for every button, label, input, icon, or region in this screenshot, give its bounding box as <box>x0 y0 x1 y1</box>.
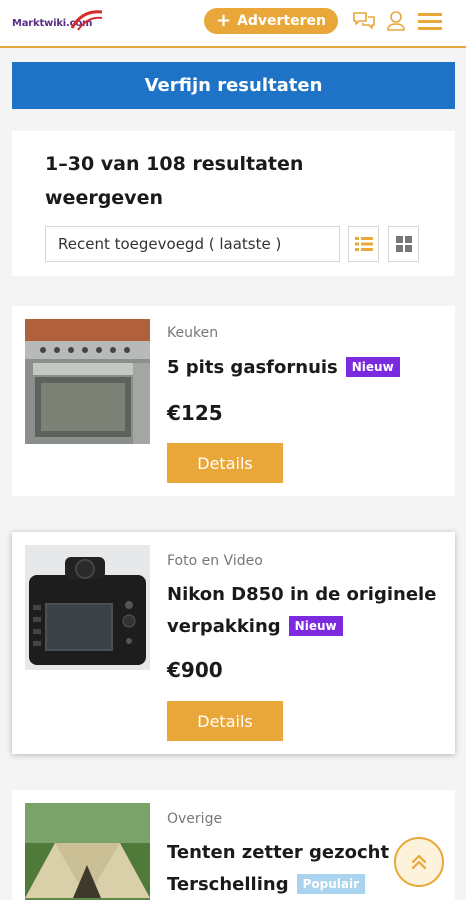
scroll-to-top-button[interactable] <box>394 837 444 887</box>
chat-icon[interactable] <box>350 7 378 35</box>
double-chevron-up-icon <box>411 854 427 870</box>
sort-select[interactable]: Recent toegevoegd ( laatste ) <box>45 226 340 262</box>
listing-price: €125 <box>167 401 223 425</box>
logo-swoosh-icon <box>70 10 103 31</box>
list-view-button[interactable] <box>348 226 379 262</box>
list-view-icon <box>354 237 373 251</box>
listing-title[interactable]: Nikon D850 in de originele verpakking Nie… <box>167 579 447 643</box>
new-badge: Nieuw <box>288 616 343 636</box>
listing-card[interactable]: Keuken 5 pits gasfornuis Nieuw €125 Detai… <box>12 306 455 496</box>
results-count: 1–30 van 108 resultaten weergeven <box>45 153 304 209</box>
grid-view-button[interactable] <box>388 226 419 262</box>
listing-title-text: 5 pits gasfornuis <box>167 357 338 378</box>
results-toolbar: 1–30 van 108 resultaten weergeven Recent… <box>12 131 455 276</box>
listing-price: €900 <box>167 658 223 682</box>
details-button[interactable]: Details <box>167 701 283 741</box>
site-logo[interactable]: Marktwiki.com <box>10 8 106 38</box>
listing-title[interactable]: 5 pits gasfornuis Nieuw <box>167 352 447 384</box>
advertise-button[interactable]: + Adverteren <box>204 8 338 34</box>
listing-category: Foto en Video <box>167 553 263 569</box>
refine-results-button[interactable]: Verfijn resultaten <box>12 62 455 109</box>
user-icon[interactable] <box>382 7 410 35</box>
listing-card[interactable]: Foto en Video Nikon D850 in de originele… <box>12 532 455 754</box>
details-button[interactable]: Details <box>167 443 283 483</box>
menu-icon[interactable] <box>416 7 444 35</box>
listing-category: Overige <box>167 811 223 827</box>
listing-category: Keuken <box>167 325 219 341</box>
new-badge: Nieuw <box>345 357 400 377</box>
listing-image-stove[interactable] <box>25 319 150 444</box>
listing-card[interactable]: Overige Tenten zetter gezocht Terschelli… <box>12 790 455 900</box>
advertise-label: Adverteren <box>237 13 327 29</box>
popular-badge: Populair <box>296 874 366 894</box>
grid-view-icon <box>395 236 412 252</box>
refine-label: Verfijn resultaten <box>144 75 323 96</box>
plus-icon: + <box>215 10 232 31</box>
top-bar: Marktwiki.com + Adverteren <box>0 0 466 48</box>
listing-image-camera[interactable] <box>25 545 150 670</box>
listing-image-tent[interactable] <box>25 803 150 900</box>
